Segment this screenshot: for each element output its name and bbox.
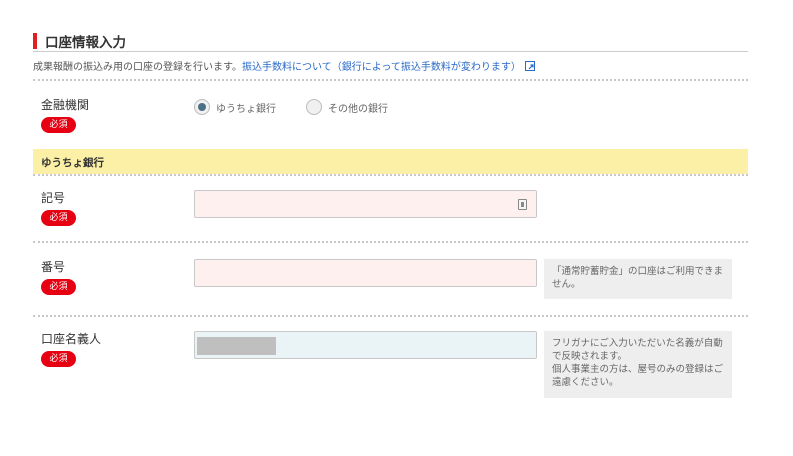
holder-input[interactable] [194, 331, 537, 359]
radio-other-bank[interactable]: その他の銀行 [306, 99, 388, 115]
symbol-label: 記号 [41, 191, 66, 205]
divider [33, 79, 748, 81]
section-heading: 口座情報入力 [33, 30, 748, 52]
holder-note-line2: 個人事業主の方は、屋号のみの登録はご遠慮ください。 [552, 364, 724, 388]
number-label: 番号 [41, 260, 66, 274]
divider [33, 315, 748, 317]
masked-holder-name [197, 337, 276, 355]
required-badge: 必須 [41, 351, 76, 367]
heading-accent-bar [33, 33, 37, 49]
holder-note: フリガナにご入力いただいた名義が自動で反映されます。 個人事業主の方は、屋号のみ… [544, 331, 732, 398]
radio-yucho-bank[interactable]: ゆうちょ銀行 [194, 99, 276, 115]
number-note: 「通常貯蓄貯金」の口座はご利用できません。 [544, 259, 732, 299]
required-badge: 必須 [41, 210, 76, 226]
required-badge: 必須 [41, 279, 76, 295]
radio-yucho-label: ゆうちょ銀行 [216, 103, 276, 115]
section-title: 口座情報入力 [45, 35, 126, 51]
key-icon [518, 199, 527, 210]
section-description: 成果報酬の振込み用の口座の登録を行います。振込手数料について（銀行によって振込手… [33, 58, 748, 73]
radio-other-label: その他の銀行 [328, 103, 388, 115]
fee-info-link[interactable]: 振込手数料について（銀行によって振込手数料が変わります） [242, 62, 521, 73]
radio-checked-icon[interactable] [194, 99, 210, 115]
account-info-form: 口座情報入力 成果報酬の振込み用の口座の登録を行います。振込手数料について（銀行… [33, 30, 748, 398]
holder-label: 口座名義人 [41, 332, 102, 346]
required-badge: 必須 [41, 117, 76, 133]
external-link-icon[interactable] [524, 61, 535, 71]
symbol-input[interactable] [194, 190, 537, 218]
divider [33, 241, 748, 243]
bank-section-band: ゆうちょ銀行 [33, 149, 748, 174]
holder-note-line1: フリガナにご入力いただいた名義が自動で反映されます。 [552, 338, 723, 362]
radio-unchecked-icon[interactable] [306, 99, 322, 115]
bank-section-label: ゆうちょ銀行 [41, 157, 104, 169]
divider [33, 174, 748, 176]
institution-label: 金融機関 [41, 98, 90, 112]
number-input[interactable] [194, 259, 537, 287]
description-text: 成果報酬の振込み用の口座の登録を行います。 [33, 62, 242, 73]
